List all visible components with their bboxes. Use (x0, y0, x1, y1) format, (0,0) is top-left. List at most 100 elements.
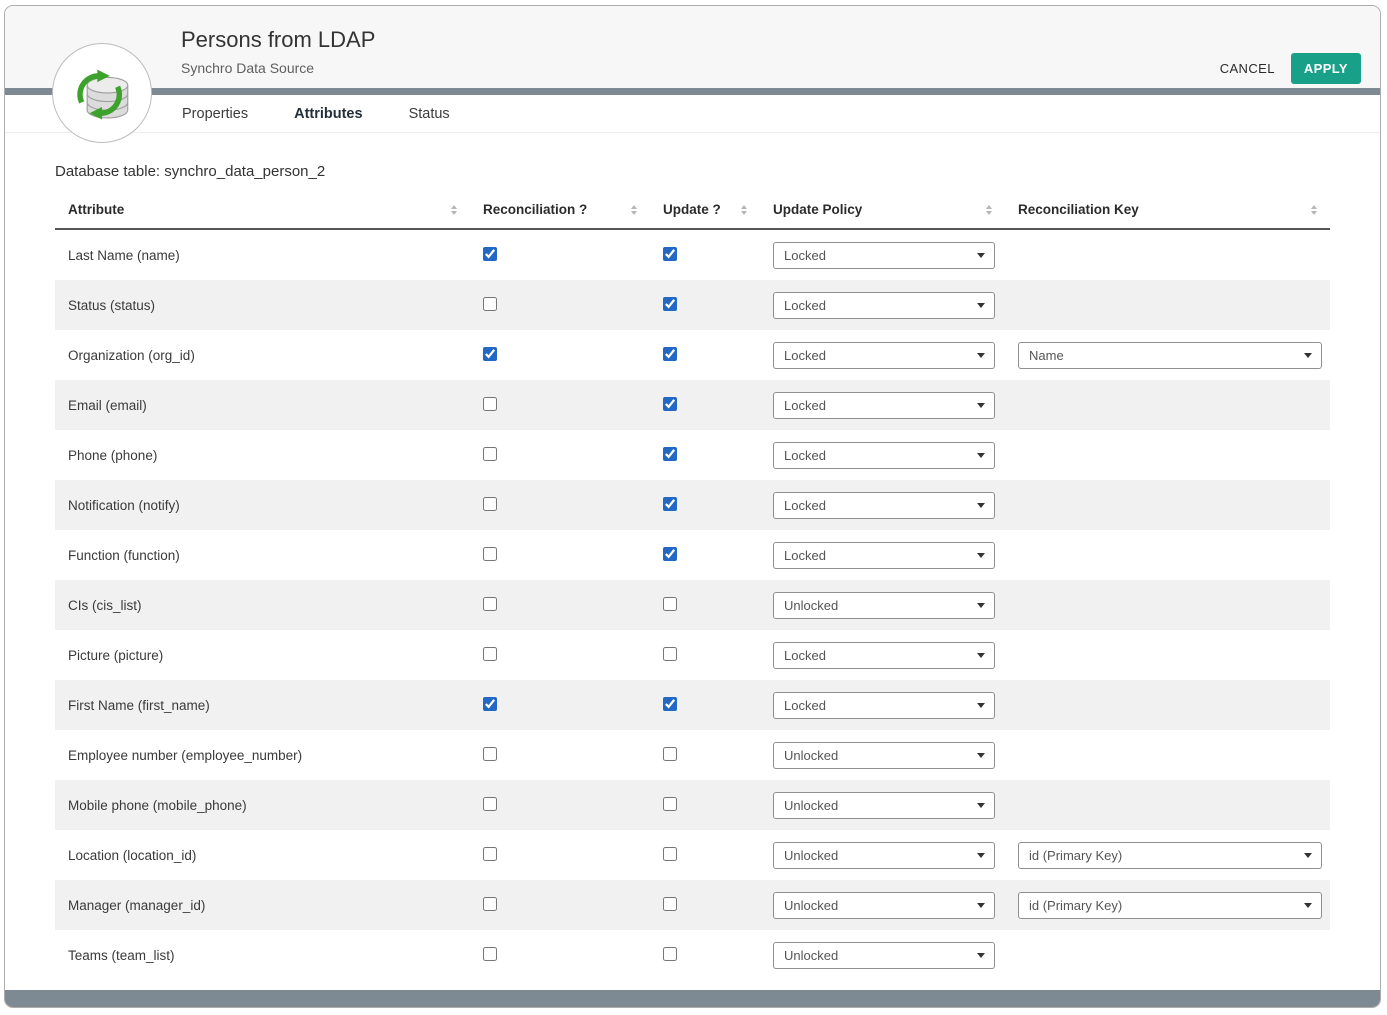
reconciliation-checkbox[interactable] (483, 597, 497, 611)
update-policy-select[interactable]: Locked (773, 342, 995, 369)
reconciliation-checkbox[interactable] (483, 397, 497, 411)
update-policy-select[interactable]: Locked (773, 392, 995, 419)
attribute-label: Phone (phone) (68, 448, 157, 463)
update-checkbox[interactable] (663, 647, 677, 661)
update-checkbox[interactable] (663, 897, 677, 911)
update-policy-select[interactable]: Locked (773, 642, 995, 669)
cancel-button[interactable]: CANCEL (1220, 61, 1275, 76)
attribute-label: Picture (picture) (68, 648, 163, 663)
reconciliation-checkbox[interactable] (483, 497, 497, 511)
reconciliation-checkbox[interactable] (483, 797, 497, 811)
tab-properties[interactable]: Properties (182, 106, 248, 122)
update-policy-select[interactable]: Locked (773, 242, 995, 269)
sort-icon[interactable] (741, 205, 747, 215)
update-policy-select[interactable]: Unlocked (773, 842, 995, 869)
caret-down-icon (977, 403, 985, 408)
select-value: Unlocked (784, 748, 838, 763)
header: Persons from LDAP Synchro Data Source CA… (5, 6, 1380, 88)
apply-button[interactable]: APPLY (1291, 53, 1361, 84)
select-value: id (Primary Key) (1029, 898, 1122, 913)
select-value: Unlocked (784, 948, 838, 963)
reconciliation-checkbox[interactable] (483, 547, 497, 561)
reconciliation-checkbox[interactable] (483, 847, 497, 861)
update-checkbox[interactable] (663, 297, 677, 311)
update-policy-select[interactable]: Unlocked (773, 792, 995, 819)
database-table-caption: Database table: synchro_data_person_2 (55, 163, 1328, 180)
column-label: Attribute (68, 202, 124, 217)
reconciliation-checkbox[interactable] (483, 297, 497, 311)
select-value: Unlocked (784, 798, 838, 813)
sort-icon[interactable] (451, 205, 457, 215)
caret-down-icon (977, 603, 985, 608)
sort-icon[interactable] (986, 205, 992, 215)
update-checkbox[interactable] (663, 747, 677, 761)
reconciliation-checkbox[interactable] (483, 747, 497, 761)
update-checkbox[interactable] (663, 497, 677, 511)
update-checkbox[interactable] (663, 547, 677, 561)
column-header-update-policy[interactable]: Update Policy (760, 193, 1005, 229)
reconciliation-key-select[interactable]: id (Primary Key) (1018, 892, 1322, 919)
caret-down-icon (977, 303, 985, 308)
sort-icon[interactable] (1311, 205, 1317, 215)
reconciliation-checkbox[interactable] (483, 947, 497, 961)
update-checkbox[interactable] (663, 447, 677, 461)
reconciliation-checkbox[interactable] (483, 647, 497, 661)
caret-down-icon (977, 753, 985, 758)
table-row: Organization (org_id) Locked Name (55, 330, 1330, 380)
column-header-update[interactable]: Update ? (650, 193, 760, 229)
reconciliation-checkbox[interactable] (483, 897, 497, 911)
table-row: Status (status) Locked (55, 280, 1330, 330)
reconciliation-key-select[interactable]: Name (1018, 342, 1322, 369)
update-checkbox[interactable] (663, 947, 677, 961)
attribute-label: Mobile phone (mobile_phone) (68, 798, 247, 813)
column-header-reconciliation-key[interactable]: Reconciliation Key (1005, 193, 1330, 229)
select-value: Locked (784, 298, 826, 313)
column-label: Reconciliation ? (483, 202, 587, 217)
update-checkbox[interactable] (663, 597, 677, 611)
tab-attributes[interactable]: Attributes (294, 106, 362, 122)
tab-status[interactable]: Status (409, 106, 450, 122)
update-policy-select[interactable]: Locked (773, 542, 995, 569)
reconciliation-checkbox[interactable] (483, 347, 497, 361)
select-value: Locked (784, 398, 826, 413)
select-value: Unlocked (784, 598, 838, 613)
table-row: Manager (manager_id) Unlocked id (Primar… (55, 880, 1330, 930)
sort-icon[interactable] (631, 205, 637, 215)
update-policy-select[interactable]: Locked (773, 442, 995, 469)
reconciliation-key-select[interactable]: id (Primary Key) (1018, 842, 1322, 869)
update-checkbox[interactable] (663, 797, 677, 811)
table-row: Mobile phone (mobile_phone) Unlocked (55, 780, 1330, 830)
update-policy-select[interactable]: Unlocked (773, 892, 995, 919)
caret-down-icon (977, 453, 985, 458)
reconciliation-checkbox[interactable] (483, 247, 497, 261)
caret-down-icon (977, 903, 985, 908)
update-policy-select[interactable]: Unlocked (773, 942, 995, 969)
select-value: Unlocked (784, 898, 838, 913)
attribute-label: Manager (manager_id) (68, 898, 205, 913)
select-value: Locked (784, 648, 826, 663)
caret-down-icon (977, 653, 985, 658)
update-checkbox[interactable] (663, 247, 677, 261)
column-header-reconciliation[interactable]: Reconciliation ? (470, 193, 650, 229)
update-policy-select[interactable]: Unlocked (773, 592, 995, 619)
column-label: Update ? (663, 202, 721, 217)
reconciliation-checkbox[interactable] (483, 697, 497, 711)
caret-down-icon (1304, 353, 1312, 358)
update-checkbox[interactable] (663, 397, 677, 411)
reconciliation-checkbox[interactable] (483, 447, 497, 461)
update-policy-select[interactable]: Locked (773, 492, 995, 519)
update-checkbox[interactable] (663, 347, 677, 361)
update-policy-select[interactable]: Unlocked (773, 742, 995, 769)
caret-down-icon (1304, 853, 1312, 858)
table-row: Picture (picture) Locked (55, 630, 1330, 680)
select-value: Unlocked (784, 848, 838, 863)
attribute-label: Location (location_id) (68, 848, 196, 863)
attribute-label: Notification (notify) (68, 498, 180, 513)
update-policy-select[interactable]: Locked (773, 692, 995, 719)
caret-down-icon (977, 853, 985, 858)
update-checkbox[interactable] (663, 847, 677, 861)
update-policy-select[interactable]: Locked (773, 292, 995, 319)
caret-down-icon (977, 553, 985, 558)
update-checkbox[interactable] (663, 697, 677, 711)
column-header-attribute[interactable]: Attribute (55, 193, 470, 229)
